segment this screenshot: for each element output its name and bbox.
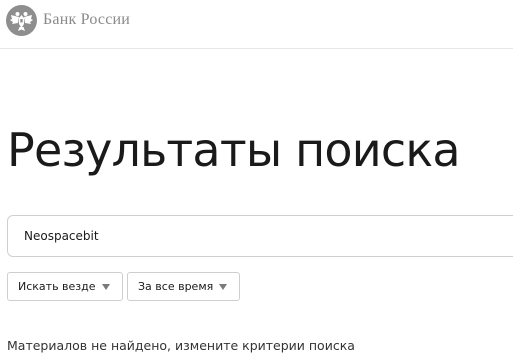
page: Банк России Результаты поиска Искать вез… <box>0 0 513 359</box>
site-header: Банк России <box>0 0 513 49</box>
bank-logo-link[interactable]: Банк России <box>6 4 130 36</box>
logo-text: Банк России <box>43 11 131 28</box>
no-results-message: Материалов не найдено, измените критерии… <box>7 338 355 353</box>
chevron-down-icon <box>102 283 110 290</box>
search-period-select[interactable]: За все время <box>127 272 240 301</box>
page-title: Результаты поиска <box>7 123 461 177</box>
eagle-emblem-icon <box>6 4 37 36</box>
search-input[interactable] <box>7 215 513 257</box>
chevron-down-icon <box>219 283 227 290</box>
search-scope-select[interactable]: Искать везде <box>7 272 123 301</box>
search-scope-label: Искать везде <box>18 280 96 293</box>
search-period-label: За все время <box>138 280 214 293</box>
